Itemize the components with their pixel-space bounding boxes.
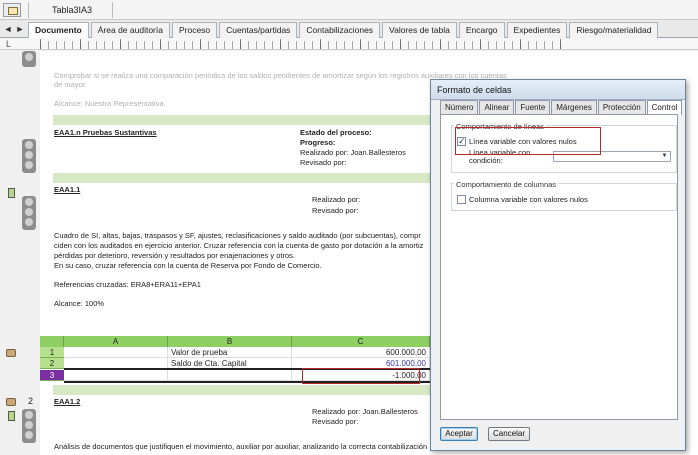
dialog-tab-fuente[interactable]: Fuente [515, 100, 551, 114]
columns-group-label: Comportamiento de columnas [454, 180, 559, 189]
cell-a3[interactable] [64, 370, 168, 381]
section-title: EAA1.2 [54, 397, 81, 406]
window-title: Tabla3IA3 [52, 5, 93, 15]
paragraph-line: Cuadro de SI, altas, bajas, traspasos y … [54, 231, 421, 240]
tab-valores-tabla[interactable]: Valores de tabla [382, 22, 457, 38]
app-logo-icon [3, 3, 21, 17]
tab-proceso[interactable]: Proceso [171, 22, 218, 38]
columna-nulos-checkbox[interactable] [457, 195, 466, 204]
divider [112, 2, 113, 18]
dialog-tab-numero[interactable]: Número [440, 100, 479, 114]
dialog-tab-alinear[interactable]: Alinear [479, 100, 515, 114]
control-panel: Comportamiento de líneas Línea variable … [440, 114, 678, 420]
marker-icon[interactable] [8, 411, 15, 421]
title-bar: Tabla3IA3 [0, 0, 698, 20]
cell-b3[interactable] [168, 370, 292, 381]
row-header[interactable]: 2 [40, 358, 64, 369]
status-light-icon[interactable] [22, 139, 36, 173]
status-light-icon[interactable] [22, 409, 36, 443]
paragraph-line: Análisis de documentos que justifiquen e… [54, 442, 428, 451]
tabs: Documento Área de auditoría Proceso Cuen… [28, 22, 660, 39]
format-cells-dialog[interactable]: Formato de celdas Número Alinear Fuente … [430, 79, 686, 451]
alcance-text: Alcance: 100% [54, 299, 105, 308]
paragraph-line: En su caso, cruzar referencia con la cue… [54, 261, 322, 270]
highlight-box [302, 368, 420, 384]
ruler-major-ticks [40, 39, 568, 49]
row-header[interactable]: 1 [40, 347, 64, 358]
tab-riesgo-materialidad[interactable]: Riesgo/materialidad [569, 22, 659, 38]
tab-cuentas-partidas[interactable]: Cuentas/partidas [219, 22, 298, 38]
tab-area-auditoria[interactable]: Área de auditoría [90, 22, 170, 38]
realizado-label: Realizado por: Joan.Ballesteros [300, 148, 406, 157]
sheet-corner[interactable] [40, 336, 64, 347]
divider [28, 2, 29, 18]
ruler-corner: L [6, 39, 12, 49]
faded-alcance: Alcance: Nuestra Representativa. [54, 99, 166, 108]
tab-prev-icon[interactable]: ◄ [2, 23, 14, 35]
ruler[interactable]: L [0, 38, 698, 50]
highlight-box [455, 127, 601, 155]
cross-references: Referencias cruzadas: ERA8+ERA11+EPA1 [54, 280, 201, 289]
tab-bar: ◄ ► Documento Área de auditoría Proceso … [0, 20, 698, 39]
status-light-icon[interactable] [22, 51, 36, 67]
section-bar [53, 385, 433, 395]
accept-button[interactable]: Aceptar [440, 427, 478, 441]
paragraph-line: pérdidas por deterioro, reversión y resu… [54, 251, 295, 260]
faded-text: de mayor. [54, 80, 87, 89]
chevron-down-icon[interactable]: ▼ [660, 153, 669, 160]
left-gutter: 2 [0, 51, 40, 455]
estado-label: Estado del proceso: [300, 128, 372, 137]
tab-contabilizaciones[interactable]: Contabilizaciones [299, 22, 381, 38]
column-header-b[interactable]: B [168, 336, 292, 347]
dialog-tab-margenes[interactable]: Márgenes [551, 100, 597, 114]
cell-c1[interactable]: 600.000,00 [292, 347, 430, 358]
cell-a1[interactable] [64, 347, 168, 358]
linea-condicion-label-2: condición: [469, 156, 503, 165]
dialog-tabs: Número Alinear Fuente Márgenes Protecció… [440, 100, 683, 115]
revisado-label: Revisado por: [300, 158, 347, 167]
dialog-title[interactable]: Formato de celdas [431, 80, 685, 100]
cell-b1[interactable]: Valor de prueba [168, 347, 292, 358]
revisado-label: Revisado por: [312, 206, 359, 215]
status-light-icon[interactable] [22, 196, 36, 230]
section-title: EAA1.n Pruebas Sustantivas [54, 128, 157, 137]
realizado-label: Realizado por: Joan.Ballesteros [312, 407, 418, 416]
realizado-label: Realizado por: [312, 195, 361, 204]
tab-documento[interactable]: Documento [28, 22, 89, 39]
column-header-a[interactable]: A [64, 336, 168, 347]
section-bar [53, 115, 433, 125]
tab-encargo[interactable]: Encargo [458, 22, 505, 38]
tab-expedientes[interactable]: Expedientes [506, 22, 568, 38]
tab-next-icon[interactable]: ► [14, 23, 26, 35]
embedded-sheet[interactable]: A B C 1 Valor de prueba 600.000,00 2 Sal… [40, 336, 430, 386]
progreso-label: Progreso: [300, 138, 336, 147]
marker-icon[interactable] [8, 188, 15, 198]
dialog-body: Número Alinear Fuente Márgenes Protecció… [434, 100, 683, 447]
dialog-tab-proteccion[interactable]: Protección [597, 100, 646, 114]
dialog-tab-control[interactable]: Control [646, 100, 683, 115]
column-header-c[interactable]: C [292, 336, 430, 347]
columna-nulos-label[interactable]: Columna variable con valores nulos [469, 195, 588, 204]
cancel-button[interactable]: Cancelar [488, 427, 530, 441]
row-pointer-icon [6, 349, 16, 357]
revisado-label: Revisado por: [312, 417, 359, 426]
row-header-selected[interactable]: 3 [40, 370, 64, 381]
section-bar [53, 173, 433, 183]
row-pointer-icon [6, 398, 16, 406]
paragraph-line: ciden con los auditados en ejercicio ant… [54, 241, 424, 250]
section-title: EAA1.1 [54, 185, 81, 194]
section-number: 2 [28, 396, 34, 406]
